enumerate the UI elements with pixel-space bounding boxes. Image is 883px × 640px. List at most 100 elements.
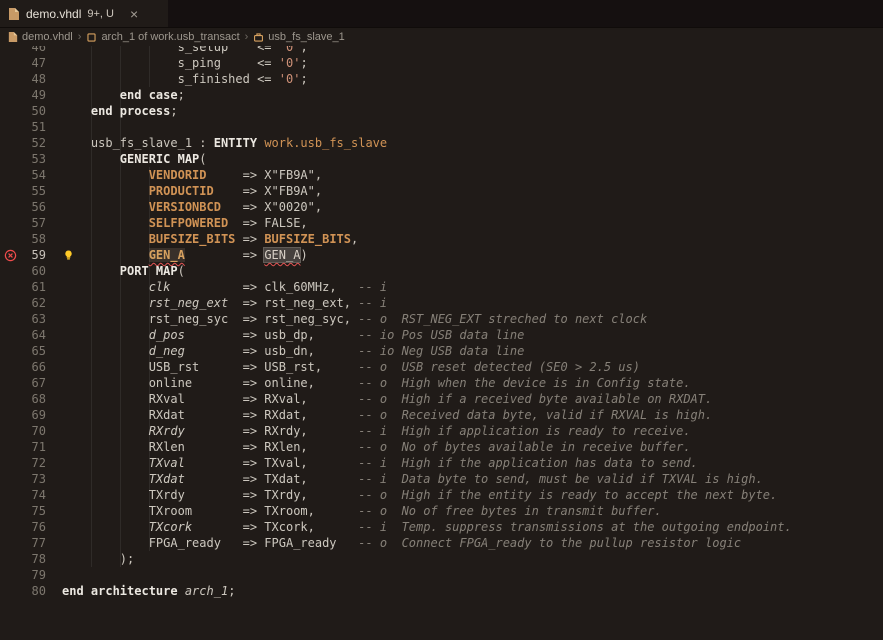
code-line[interactable]: 72 TXval => TXval, -- i High if the appl… [0,455,883,471]
code-line[interactable]: 75 TXroom => TXroom, -- o No of free byt… [0,503,883,519]
code-token: RXdat => RXdat, [62,408,358,422]
line-number[interactable]: 51 [20,119,46,135]
code-token: clk [149,280,171,294]
code-token: ; [300,46,307,54]
code-line[interactable]: 68 RXval => RXval, -- o High if a receiv… [0,391,883,407]
glyph-margin [0,503,20,519]
code-line[interactable]: 53 GENERIC MAP( [0,151,883,167]
code-line[interactable]: 46 s_setup <= '0'; [0,46,883,55]
code-line[interactable]: 63 rst_neg_syc => rst_neg_syc, -- o RST_… [0,311,883,327]
line-number[interactable]: 68 [20,391,46,407]
code-line[interactable]: 71 RXlen => RXlen, -- o No of bytes avai… [0,439,883,455]
line-number[interactable]: 56 [20,199,46,215]
line-number[interactable]: 52 [20,135,46,151]
code-editor[interactable]: 46 s_setup <= '0';47 s_ping <= '0';48 s_… [0,46,883,640]
line-number[interactable]: 78 [20,551,46,567]
line-number[interactable]: 58 [20,231,46,247]
close-icon[interactable]: × [130,7,138,21]
line-number[interactable]: 60 [20,263,46,279]
code-line[interactable]: 69 RXdat => RXdat, -- o Received data by… [0,407,883,423]
code-token [62,344,149,358]
code-line[interactable]: 58 BUFSIZE_BITS => BUFSIZE_BITS, [0,231,883,247]
glyph-margin [0,135,20,151]
line-number[interactable]: 64 [20,327,46,343]
code-line[interactable]: 66 USB_rst => USB_rst, -- o USB reset de… [0,359,883,375]
line-number[interactable]: 65 [20,343,46,359]
code-text: clk => clk_60MHz, -- i [46,279,387,295]
line-number[interactable]: 57 [20,215,46,231]
line-number[interactable]: 46 [20,46,46,55]
code-line[interactable]: 59 GEN_A => GEN_A) [0,247,883,263]
breadcrumb-item-instance[interactable]: usb_fs_slave_1 [253,31,344,43]
glyph-margin [0,455,20,471]
code-text: online => online, -- o High when the dev… [46,375,691,391]
code-line[interactable]: 48 s_finished <= '0'; [0,71,883,87]
line-number[interactable]: 48 [20,71,46,87]
code-line[interactable]: 79 [0,567,883,583]
code-token: RXrdy [149,424,185,438]
code-text: RXval => RXval, -- o High if a received … [46,391,712,407]
line-number[interactable]: 54 [20,167,46,183]
code-line[interactable]: 54 VENDORID => X"FB9A", [0,167,883,183]
line-number[interactable]: 74 [20,487,46,503]
code-line[interactable]: 50 end process; [0,103,883,119]
line-number[interactable]: 70 [20,423,46,439]
code-line[interactable]: 67 online => online, -- o High when the … [0,375,883,391]
line-number[interactable]: 76 [20,519,46,535]
code-line[interactable]: 77 FPGA_ready => FPGA_ready -- o Connect… [0,535,883,551]
code-line[interactable]: 51 [0,119,883,135]
code-line[interactable]: 61 clk => clk_60MHz, -- i [0,279,883,295]
line-number[interactable]: 61 [20,279,46,295]
code-line[interactable]: 47 s_ping <= '0'; [0,55,883,71]
code-text: end architecture arch_1; [46,583,235,599]
code-line[interactable]: 56 VERSIONBCD => X"0020", [0,199,883,215]
line-number[interactable]: 59 [20,247,46,263]
line-number[interactable]: 72 [20,455,46,471]
breadcrumb-item-file[interactable]: demo.vhdl [8,31,73,43]
glyph-margin [0,55,20,71]
line-number[interactable]: 80 [20,583,46,599]
code-text: BUFSIZE_BITS => BUFSIZE_BITS, [46,231,358,247]
line-number[interactable]: 67 [20,375,46,391]
line-number[interactable]: 63 [20,311,46,327]
code-line[interactable]: 73 TXdat => TXdat, -- i Data byte to sen… [0,471,883,487]
code-text: PRODUCTID => X"FB9A", [46,183,322,199]
code-token [62,216,149,230]
line-number[interactable]: 77 [20,535,46,551]
code-token [62,280,149,294]
line-number[interactable]: 66 [20,359,46,375]
code-line[interactable]: 80end architecture arch_1; [0,583,883,599]
code-token: => TXdat, [185,472,358,486]
code-token: => TXval, [185,456,358,470]
code-token: s_ping <= [62,56,279,70]
code-line[interactable]: 76 TXcork => TXcork, -- i Temp. suppress… [0,519,883,535]
code-line[interactable]: 70 RXrdy => RXrdy, -- i High if applicat… [0,423,883,439]
code-line[interactable]: 62 rst_neg_ext => rst_neg_ext, -- i [0,295,883,311]
breadcrumb-item-architecture[interactable]: arch_1 of work.usb_transact [86,31,239,43]
tab-demo-vhdl[interactable]: demo.vhdl 9+, U × [0,0,168,27]
line-number[interactable]: 69 [20,407,46,423]
line-number[interactable]: 53 [20,151,46,167]
code-line[interactable]: 57 SELFPOWERED => FALSE, [0,215,883,231]
breadcrumb-label: arch_1 of work.usb_transact [101,31,239,43]
line-number[interactable]: 73 [20,471,46,487]
line-number[interactable]: 75 [20,503,46,519]
code-token: -- i [358,296,387,310]
line-number[interactable]: 47 [20,55,46,71]
line-number[interactable]: 55 [20,183,46,199]
code-line[interactable]: 49 end case; [0,87,883,103]
code-line[interactable]: 65 d_neg => usb_dn, -- io Neg USB data l… [0,343,883,359]
code-line[interactable]: 52 usb_fs_slave_1 : ENTITY work.usb_fs_s… [0,135,883,151]
line-number[interactable]: 50 [20,103,46,119]
code-token: -- i [358,280,387,294]
line-number[interactable]: 49 [20,87,46,103]
code-line[interactable]: 55 PRODUCTID => X"FB9A", [0,183,883,199]
code-line[interactable]: 74 TXrdy => TXrdy, -- o High if the enti… [0,487,883,503]
code-line[interactable]: 60 PORT MAP( [0,263,883,279]
code-line[interactable]: 64 d_pos => usb_dp, -- io Pos USB data l… [0,327,883,343]
line-number[interactable]: 62 [20,295,46,311]
highlighted-token: GEN_A [264,248,300,262]
code-line[interactable]: 78 ); [0,551,883,567]
line-number[interactable]: 71 [20,439,46,455]
line-number[interactable]: 79 [20,567,46,583]
